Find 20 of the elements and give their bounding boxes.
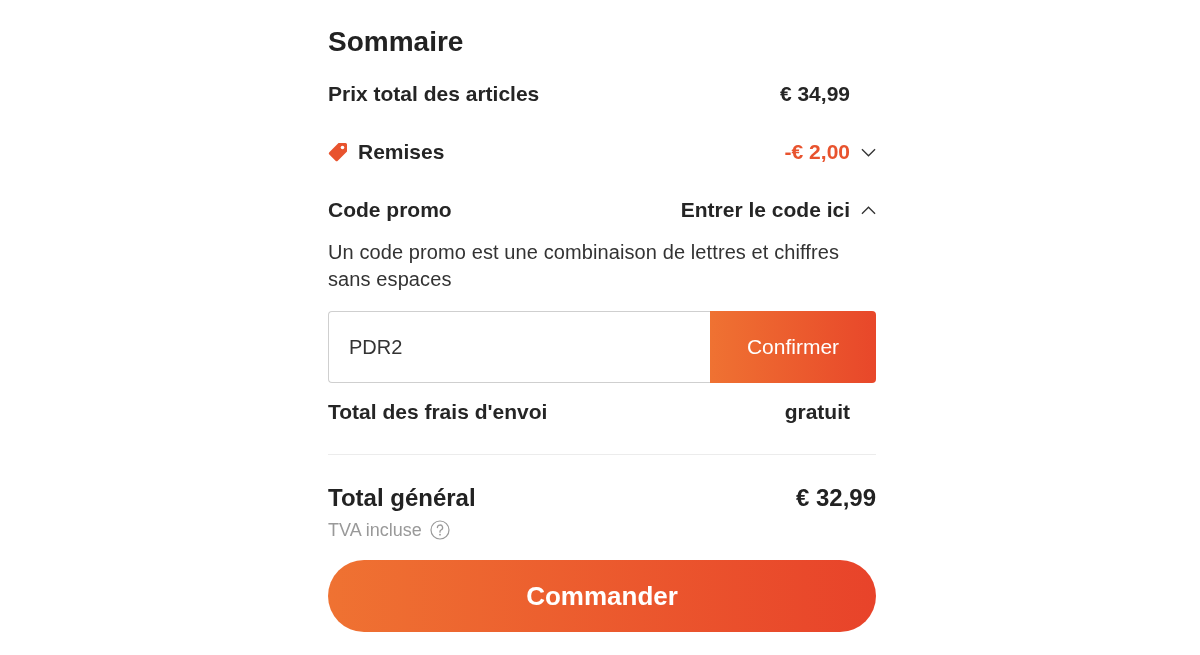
help-icon[interactable] — [429, 520, 450, 540]
row-value: € 34,99 — [779, 82, 850, 106]
checkout-button[interactable]: Commander — [328, 560, 876, 632]
promo-code-input[interactable]: PDR2 — [328, 311, 710, 383]
vat-note: TVA incluse — [328, 519, 422, 541]
row-label: Remises — [358, 140, 445, 164]
tag-icon — [328, 142, 348, 162]
row-value: gratuit — [784, 400, 850, 424]
grand-total-value: € 32,99 — [795, 483, 876, 513]
row-label: Prix total des articles — [328, 82, 540, 106]
grand-total-label: Total général — [328, 483, 476, 513]
chevron-down-icon[interactable] — [861, 147, 876, 157]
discount-value[interactable]: -€ 2,00 — [784, 140, 850, 164]
summary-title: Sommaire — [328, 25, 465, 59]
promo-toggle-link[interactable]: Entrer le code ici — [680, 198, 850, 222]
chevron-up-icon[interactable] — [861, 205, 876, 215]
promo-hint-text: Un code promo est une combinaison de lettres et chiffres sans espaces — [328, 240, 841, 292]
confirm-button[interactable]: Confirmer — [710, 311, 876, 383]
row-label: Total des frais d'envoi — [328, 400, 548, 424]
row-label: Code promo — [328, 198, 452, 222]
